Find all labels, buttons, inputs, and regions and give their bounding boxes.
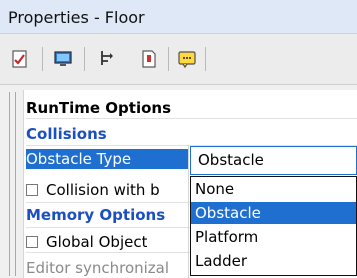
dropdown-option-obstacle[interactable]: Obstacle bbox=[191, 202, 356, 224]
collision-with-checkbox[interactable] bbox=[26, 184, 38, 196]
yellow-speech-icon[interactable] bbox=[177, 49, 197, 69]
global-object-label: Global Object bbox=[46, 233, 148, 251]
toolbar-separator bbox=[84, 47, 85, 71]
window-title: Properties - Floor bbox=[8, 8, 145, 27]
collisions-section-label: Collisions bbox=[26, 125, 107, 143]
combo-selected-value: Obstacle bbox=[198, 151, 264, 169]
collision-with-label: Collision with b bbox=[46, 181, 160, 199]
editor-sync-row[interactable]: Editor synchronizal bbox=[26, 258, 169, 278]
network-icon[interactable] bbox=[95, 49, 115, 69]
toolbar bbox=[0, 34, 357, 85]
runtime-options-heading: RunTime Options bbox=[26, 99, 172, 117]
dropdown-option-ladder[interactable]: Ladder bbox=[191, 250, 356, 272]
toolbar-separator bbox=[168, 47, 169, 71]
obstacle-type-combobox[interactable]: Obstacle bbox=[190, 146, 357, 175]
check-document-icon[interactable] bbox=[10, 49, 30, 69]
dropdown-option-platform[interactable]: Platform bbox=[191, 226, 356, 248]
memory-options-section-label: Memory Options bbox=[26, 206, 166, 224]
global-object-row[interactable]: Global Object bbox=[26, 232, 147, 252]
grid-separator bbox=[26, 118, 357, 119]
global-object-checkbox[interactable] bbox=[26, 236, 38, 248]
toolbar-separator bbox=[205, 47, 206, 71]
obstacle-type-dropdown[interactable]: None Obstacle Platform Ladder bbox=[190, 176, 357, 276]
gutter-mark bbox=[9, 92, 16, 276]
collision-with-row[interactable]: Collision with b bbox=[26, 180, 160, 200]
title-bar: Properties - Floor bbox=[0, 0, 357, 34]
red-document-icon[interactable] bbox=[139, 49, 159, 69]
toolbar-separator bbox=[42, 47, 43, 71]
monitor-icon[interactable] bbox=[53, 49, 73, 69]
obstacle-type-label[interactable]: Obstacle Type bbox=[26, 149, 188, 169]
value-column-divider bbox=[188, 145, 189, 278]
dropdown-option-none[interactable]: None bbox=[191, 178, 356, 200]
